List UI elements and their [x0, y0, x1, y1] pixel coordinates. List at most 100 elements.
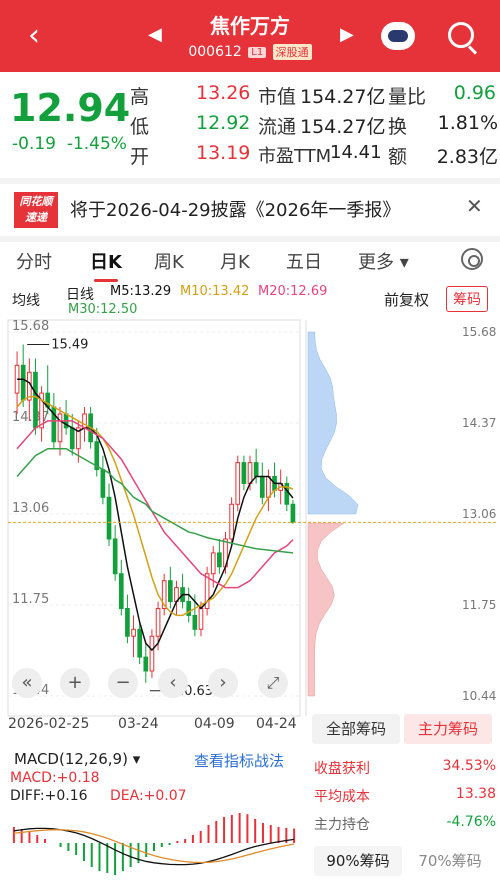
change-value: -0.19: [12, 134, 56, 154]
candle-body: [125, 607, 130, 637]
tab-daily-k[interactable]: 日K: [90, 248, 122, 282]
all-chips-tab[interactable]: 全部筹码: [312, 714, 400, 744]
zoom-out-icon[interactable]: −: [108, 668, 138, 698]
candle-body: [167, 580, 173, 603]
assistant-robot-icon[interactable]: [381, 22, 415, 50]
change-percent: -1.45%: [66, 134, 127, 154]
indicator-strategy-link[interactable]: 查看指标战法: [194, 750, 284, 771]
profit-value: 34.53%: [442, 758, 496, 774]
open-label: 开: [130, 146, 150, 168]
scroll-left-icon[interactable]: ‹: [158, 668, 188, 698]
adjust-select[interactable]: 前复权: [384, 289, 429, 310]
scroll-right-icon[interactable]: ›: [208, 668, 238, 698]
volratio-value: 0.96: [453, 82, 496, 104]
diff-value: DIFF:+0.16: [10, 788, 88, 804]
candle-body: [69, 427, 75, 450]
candle-body: [33, 371, 38, 429]
y-tick-left: 13.06: [12, 501, 49, 516]
chart-controls: « + − ‹ › ⤢: [6, 668, 296, 704]
tab-intraday[interactable]: 分时: [16, 248, 52, 274]
stock-code-line: 000612 L1 深股通: [0, 44, 500, 60]
high-label: 高: [130, 86, 150, 108]
mktcap-label: 市值: [258, 86, 297, 108]
candle-body: [198, 607, 204, 630]
ma20-value: M20:12.69: [258, 284, 328, 299]
ma30-value: M30:12.50: [68, 302, 138, 317]
macd-svg: [12, 813, 296, 875]
period-tabs: 分时 日K 周K 月K 五日 更多 ▾: [0, 236, 500, 282]
ma10-value: M10:13.42: [180, 284, 250, 299]
candle-body: [241, 462, 247, 484]
news-logo-icon: 同花顺 速递: [14, 192, 58, 228]
rewind-icon[interactable]: «: [12, 668, 42, 698]
y-tick-left: 11.75: [12, 592, 49, 607]
amount-label: 额: [388, 146, 408, 168]
chip-button[interactable]: 筹码: [446, 286, 488, 312]
candle-body: [217, 552, 222, 568]
tab-five-day[interactable]: 五日: [286, 248, 322, 274]
candle-body: [106, 496, 112, 540]
main-chips-tab[interactable]: 主力筹码: [404, 714, 492, 744]
candle-body: [155, 607, 161, 637]
zoom-in-icon[interactable]: +: [60, 668, 90, 698]
y-tick-left: 15.68: [12, 319, 49, 334]
kline-svg: 15.68 15.6814.37 14.3713.06 13.0611.75 11.75…: [7, 319, 496, 717]
stock-code: 000612: [188, 44, 242, 60]
date-tick: 04-24: [256, 716, 297, 732]
fullscreen-icon[interactable]: ⤢: [258, 668, 288, 698]
market-badge: 深股通: [272, 44, 312, 60]
float-label: 流通: [258, 116, 297, 138]
candle-body: [112, 538, 118, 575]
next-stock-icon[interactable]: ▶: [340, 24, 354, 45]
search-icon[interactable]: [448, 22, 474, 48]
ma20-line: [16, 420, 294, 589]
candle-body: [210, 552, 216, 575]
candle-body: [100, 469, 106, 498]
main-holding-value: -4.76%: [446, 814, 496, 830]
level-badge: L1: [248, 46, 267, 58]
y-tick-right: 14.37: [462, 416, 496, 430]
chip-stats: 收盘获利 34.53% 平均成本 13.38 主力持仓 -4.76% 90%筹码…: [310, 750, 500, 881]
date-tick: 04-09: [194, 716, 235, 732]
candle-body: [229, 503, 234, 540]
date-tick: 03-24: [118, 716, 159, 732]
chip-loss-area: [307, 522, 345, 697]
macd-value: MACD:+0.18: [10, 770, 100, 786]
y-tick-right: 13.06: [462, 507, 496, 521]
ma-legend-bar: 均线 日线 M5:13.29 M10:13.42 M20:12.69 M30:1…: [0, 284, 500, 320]
indicator-select[interactable]: 均线: [12, 290, 40, 310]
chip-70-tab[interactable]: 70%筹码: [406, 846, 494, 876]
turnover-label: 换: [388, 116, 408, 138]
candle-body: [118, 573, 124, 609]
chip-90-tab[interactable]: 90%筹码: [314, 846, 402, 876]
max-price-label: 15.49: [51, 338, 88, 353]
y-tick-right: 11.75: [462, 598, 496, 612]
macd-title[interactable]: MACD(12,26,9) ▾: [14, 750, 140, 768]
low-value: 12.92: [196, 112, 251, 134]
pe-label: 市盈TTM: [258, 146, 332, 167]
notice-text: 将于2026-04-29披露《2026年一季报》: [70, 200, 401, 221]
candle-body: [290, 503, 296, 523]
report-notice[interactable]: 同花顺 速递 将于2026-04-29披露《2026年一季报》 ✕: [0, 178, 500, 230]
low-label: 低: [130, 116, 150, 138]
candle-body: [247, 462, 253, 484]
high-value: 13.26: [196, 82, 251, 104]
quote-panel: 12.94 -0.19 -1.45% 高 13.26 低 12.92 开 13.…: [0, 72, 500, 178]
candle-body: [20, 364, 26, 401]
mktcap-value: 154.27亿: [300, 86, 386, 108]
tab-monthly-k[interactable]: 月K: [220, 248, 250, 274]
price-change: -0.19 -1.45%: [12, 134, 127, 154]
close-icon[interactable]: ✕: [466, 194, 483, 218]
tab-weekly-k[interactable]: 周K: [154, 248, 184, 274]
logo-line2: 速递: [25, 211, 47, 224]
candle-body: [57, 413, 63, 443]
settings-gear-icon[interactable]: [461, 248, 483, 270]
candle-body: [192, 614, 198, 630]
candle-body: [131, 628, 136, 637]
candle-body: [235, 462, 241, 505]
candle-body: [266, 475, 271, 498]
candle-body: [259, 475, 265, 498]
open-value: 13.19: [196, 142, 251, 164]
tab-more[interactable]: 更多 ▾: [358, 248, 409, 274]
current-price: 12.94: [10, 86, 131, 130]
